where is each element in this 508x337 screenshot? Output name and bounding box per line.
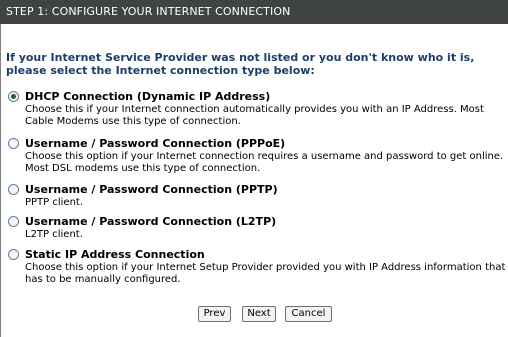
prev-button[interactable]: Prev — [198, 306, 231, 322]
left-border — [0, 24, 1, 337]
intro-text: If your Internet Service Provider was no… — [6, 51, 475, 77]
next-button[interactable]: Next — [242, 306, 276, 322]
option-pppoe-description: Choose this option if your Internet conn… — [25, 151, 504, 174]
radio-static-ip[interactable] — [8, 249, 19, 260]
option-static-ip-label: Static IP Address Connection — [25, 248, 205, 261]
radio-dhcp[interactable] — [8, 91, 19, 102]
option-pptp-label: Username / Password Connection (PPTP) — [25, 183, 278, 196]
radio-l2tp[interactable] — [8, 216, 19, 227]
option-l2tp-description: L2TP client. — [25, 229, 83, 240]
option-pppoe-label: Username / Password Connection (PPPoE) — [25, 137, 286, 150]
radio-pppoe[interactable] — [8, 138, 19, 149]
radio-pptp[interactable] — [8, 184, 19, 195]
page-title: STEP 1: CONFIGURE YOUR INTERNET CONNECTI… — [0, 0, 508, 24]
option-l2tp-label: Username / Password Connection (L2TP) — [25, 215, 277, 228]
option-pptp-description: PPTP client. — [25, 197, 84, 208]
option-static-ip-description: Choose this option if your Internet Setu… — [25, 262, 506, 285]
option-dhcp-description: Choose this if your Internet connection … — [25, 104, 484, 127]
cancel-button[interactable]: Cancel — [285, 306, 332, 322]
option-dhcp-label: DHCP Connection (Dynamic IP Address) — [25, 90, 271, 103]
